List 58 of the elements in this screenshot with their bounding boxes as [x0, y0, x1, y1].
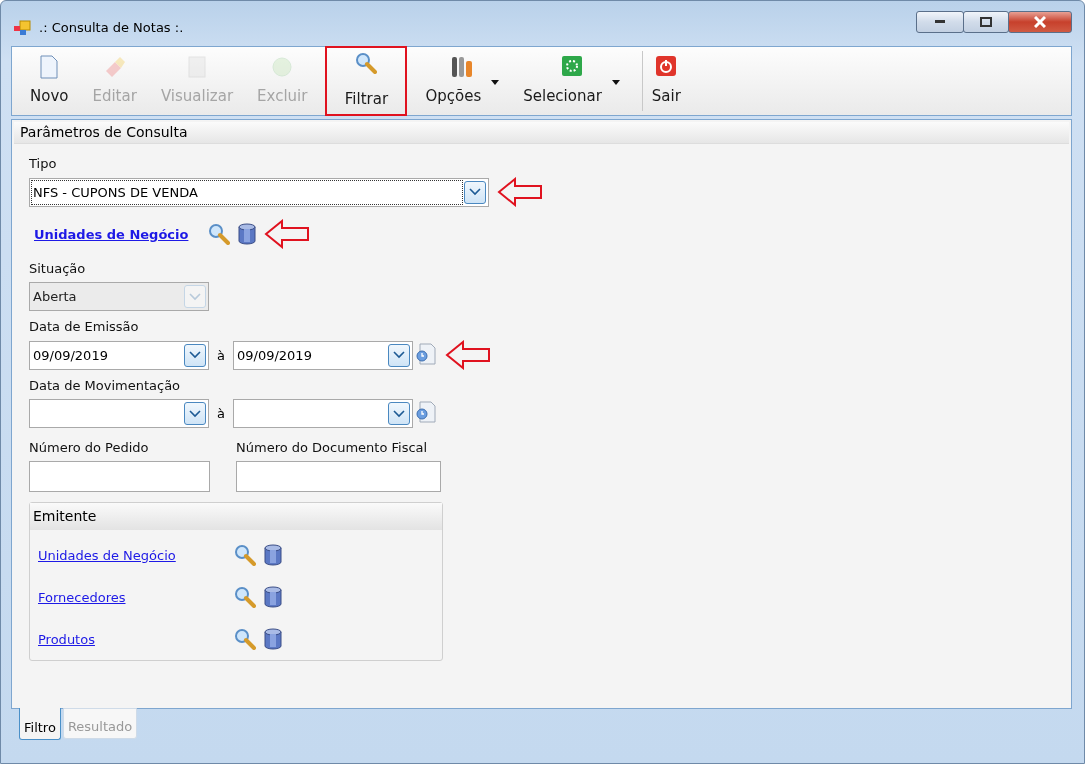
caret-icon	[611, 80, 620, 85]
chevron-down-icon	[392, 409, 405, 418]
database-icon	[262, 544, 284, 566]
field-label: Data de Movimentação	[29, 378, 182, 393]
search-icon	[234, 586, 256, 608]
maximize-button[interactable]	[963, 10, 1009, 33]
date-field[interactable]	[29, 399, 209, 428]
field-label: Tipo	[29, 156, 58, 171]
toolbar-button[interactable]: Filtrar	[325, 46, 408, 116]
document-icon	[39, 55, 60, 79]
chevron-down-icon	[189, 351, 201, 359]
business-units-link[interactable]: Unidades de Negócio	[34, 226, 189, 242]
field-label: Número do Pedido	[29, 440, 150, 455]
caret-icon	[491, 80, 500, 85]
minimize-button[interactable]	[916, 10, 964, 33]
recycle-icon	[270, 55, 295, 79]
toolbar-button[interactable]: Selecionar	[511, 49, 632, 113]
search-icon	[355, 52, 378, 74]
app-icon	[13, 19, 31, 36]
chevron-down-icon	[189, 409, 201, 418]
close-button[interactable]	[1008, 10, 1072, 33]
lookup-link[interactable]: Unidades de Negócio	[38, 547, 228, 563]
group-title: Emitente	[30, 503, 442, 530]
database-icon	[262, 586, 284, 608]
calendar-clock-icon	[414, 341, 437, 366]
date-field[interactable]: 09/09/2019	[232, 340, 413, 370]
chevron-down-icon	[469, 188, 481, 196]
chevron-down-icon	[392, 351, 405, 359]
search-icon	[234, 544, 256, 566]
field-label: Número do Documento Fiscal	[236, 440, 429, 455]
order-number-field[interactable]	[29, 461, 210, 492]
toolbar-button[interactable]: Sair	[639, 49, 693, 113]
database-icon	[236, 223, 259, 245]
window-title: .: Consulta de Notas :.	[39, 20, 185, 35]
range-separator: à	[217, 406, 225, 421]
chevron-down-icon	[189, 292, 201, 301]
toolbar-button[interactable]: Novo	[18, 49, 81, 113]
select-icon	[560, 55, 583, 77]
panel-title: Parâmetros de Consulta	[14, 122, 1069, 144]
range-separator: à	[217, 347, 225, 363]
power-icon	[655, 55, 678, 77]
minimize-icon	[935, 19, 945, 24]
field-label: Data de Emissão	[29, 319, 140, 334]
type-combobox[interactable]: NFS - CUPONS DE VENDA	[29, 177, 489, 207]
search-icon	[208, 223, 231, 245]
date-field[interactable]: 09/09/2019	[29, 340, 209, 370]
fiscal-document-field[interactable]	[236, 461, 441, 492]
field-label: Situação	[29, 261, 87, 276]
maximize-icon	[980, 16, 992, 27]
search-icon	[234, 628, 256, 650]
close-icon	[1034, 15, 1046, 28]
lookup-link[interactable]: Fornecedores	[38, 589, 228, 605]
lookup-link[interactable]: Produtos	[38, 631, 228, 647]
database-icon	[262, 628, 284, 650]
toolbar-button[interactable]: Opções	[413, 49, 512, 113]
tab[interactable]: Filtro	[19, 708, 61, 740]
date-field[interactable]	[232, 399, 413, 428]
calendar-clock-icon	[414, 400, 437, 424]
